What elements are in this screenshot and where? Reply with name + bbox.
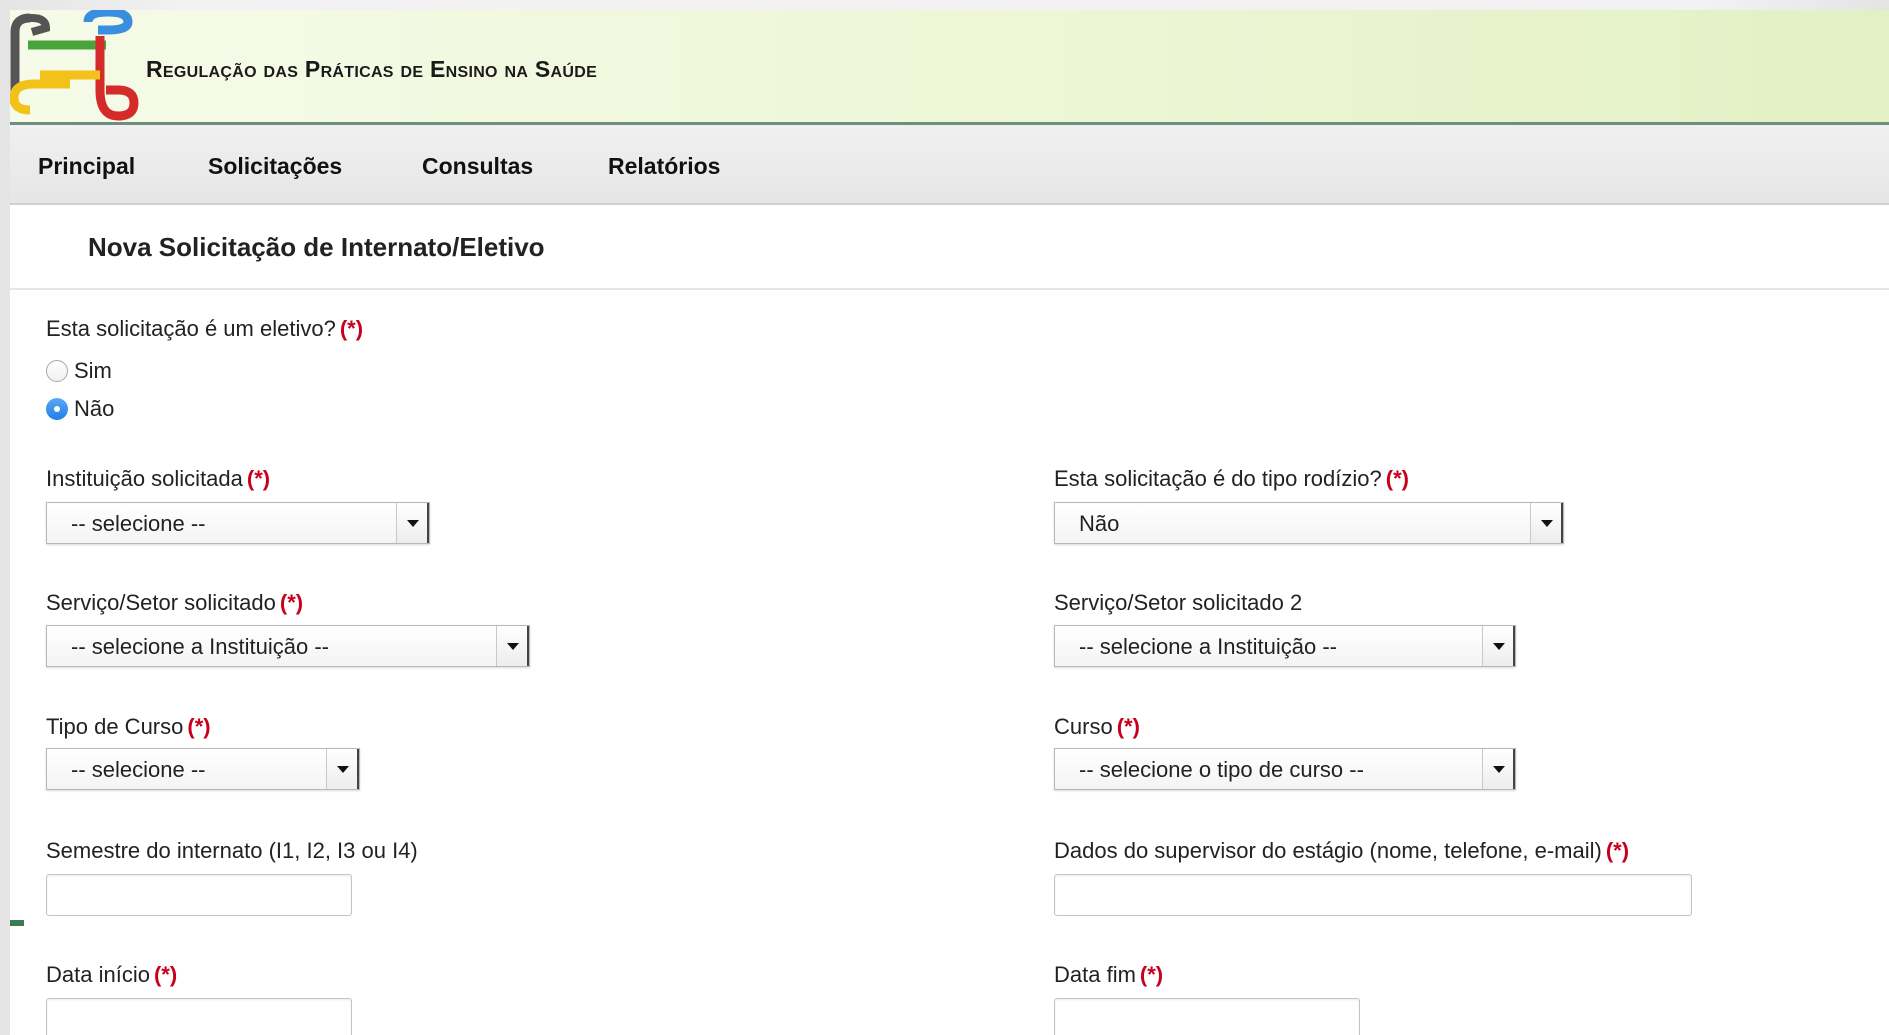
tipo-curso-select-value: -- selecione --: [71, 757, 206, 782]
tipo-curso-select[interactable]: -- selecione --: [46, 748, 360, 790]
chevron-down-icon: [1482, 749, 1515, 789]
servico2-label: Serviço/Setor solicitado 2: [1054, 590, 1302, 616]
rodizio-label-text: Esta solicitação é do tipo rodízio?: [1054, 466, 1382, 491]
servico2-select-value: -- selecione a Instituição --: [1079, 634, 1337, 659]
required-marker: (*): [279, 590, 304, 615]
required-marker: (*): [246, 466, 271, 491]
required-marker: (*): [153, 962, 178, 987]
required-marker: (*): [1385, 466, 1409, 491]
servico2-select[interactable]: -- selecione a Instituição --: [1054, 625, 1516, 667]
chevron-down-icon: [1482, 626, 1515, 666]
radio-nao-button[interactable]: [46, 398, 68, 420]
main-nav: Principal Solicitações Consultas Relatór…: [10, 125, 1889, 205]
side-accent: [10, 920, 24, 926]
supervisor-label-text: Dados do supervisor do estágio (nome, te…: [1054, 838, 1602, 863]
instituicao-select[interactable]: -- selecione --: [46, 502, 430, 544]
page-title: Nova Solicitação de Internato/Eletivo: [88, 232, 545, 262]
data-fim-label-text: Data fim: [1054, 962, 1136, 987]
nav-consultas[interactable]: Consultas: [422, 153, 533, 180]
chevron-down-icon: [1530, 503, 1563, 543]
semestre-input[interactable]: [46, 874, 352, 916]
instituicao-label: Instituição solicitada (*): [46, 466, 270, 492]
chevron-down-icon: [496, 626, 529, 666]
semestre-label: Semestre do internato (I1, I2, I3 ou I4): [46, 838, 418, 864]
rodizio-select-value: Não: [1079, 511, 1120, 536]
app-title: Regulação das Práticas de Ensino na Saúd…: [146, 56, 598, 82]
semestre-label-text: Semestre do internato (I1, I2, I3 ou I4): [46, 838, 418, 863]
rodizio-select[interactable]: Não: [1054, 502, 1564, 544]
instituicao-select-value: -- selecione --: [71, 511, 206, 536]
servico1-label: Serviço/Setor solicitado (*): [46, 590, 303, 616]
servico1-select[interactable]: -- selecione a Instituição --: [46, 625, 530, 667]
title-divider: [10, 288, 1889, 290]
rodizio-label: Esta solicitação é do tipo rodízio? (*): [1054, 466, 1409, 492]
servico1-label-text: Serviço/Setor solicitado: [46, 590, 276, 615]
app-logo-icon: [10, 10, 139, 121]
eletivo-label-text: Esta solicitação é um eletivo?: [46, 316, 336, 341]
app-header: Regulação das Práticas de Ensino na Saúd…: [10, 10, 1889, 125]
nav-relatorios[interactable]: Relatórios: [608, 153, 720, 180]
radio-option-nao[interactable]: Não: [46, 396, 114, 422]
chevron-down-icon: [326, 749, 359, 789]
radio-sim-label: Sim: [74, 358, 112, 383]
nav-principal[interactable]: Principal: [38, 153, 135, 180]
tipo-curso-label: Tipo de Curso (*): [46, 714, 211, 740]
supervisor-input[interactable]: [1054, 874, 1692, 916]
eletivo-label: Esta solicitação é um eletivo? (*): [46, 316, 363, 342]
data-fim-label: Data fim (*): [1054, 962, 1163, 988]
curso-label: Curso (*): [1054, 714, 1140, 740]
data-fim-input[interactable]: [1054, 998, 1360, 1035]
supervisor-label: Dados do supervisor do estágio (nome, te…: [1054, 838, 1629, 864]
required-marker: (*): [1116, 714, 1140, 739]
curso-label-text: Curso: [1054, 714, 1113, 739]
app-window: Regulação das Práticas de Ensino na Saúd…: [10, 10, 1889, 1035]
chevron-down-icon: [396, 503, 429, 543]
nav-solicitacoes[interactable]: Solicitações: [208, 153, 342, 180]
radio-option-sim[interactable]: Sim: [46, 358, 112, 384]
data-inicio-label: Data início (*): [46, 962, 177, 988]
curso-select-value: -- selecione o tipo de curso --: [1079, 757, 1364, 782]
data-inicio-label-text: Data início: [46, 962, 150, 987]
required-marker: (*): [339, 316, 364, 341]
curso-select[interactable]: -- selecione o tipo de curso --: [1054, 748, 1516, 790]
radio-sim-button[interactable]: [46, 360, 68, 382]
radio-nao-label: Não: [74, 396, 115, 421]
data-inicio-input[interactable]: [46, 998, 352, 1035]
tipo-curso-label-text: Tipo de Curso: [46, 714, 184, 739]
required-marker: (*): [1605, 838, 1630, 863]
servico1-select-value: -- selecione a Instituição --: [71, 634, 329, 659]
instituicao-label-text: Instituição solicitada: [46, 466, 243, 491]
servico2-label-text: Serviço/Setor solicitado 2: [1054, 590, 1303, 615]
required-marker: (*): [1139, 962, 1164, 987]
required-marker: (*): [187, 714, 211, 739]
